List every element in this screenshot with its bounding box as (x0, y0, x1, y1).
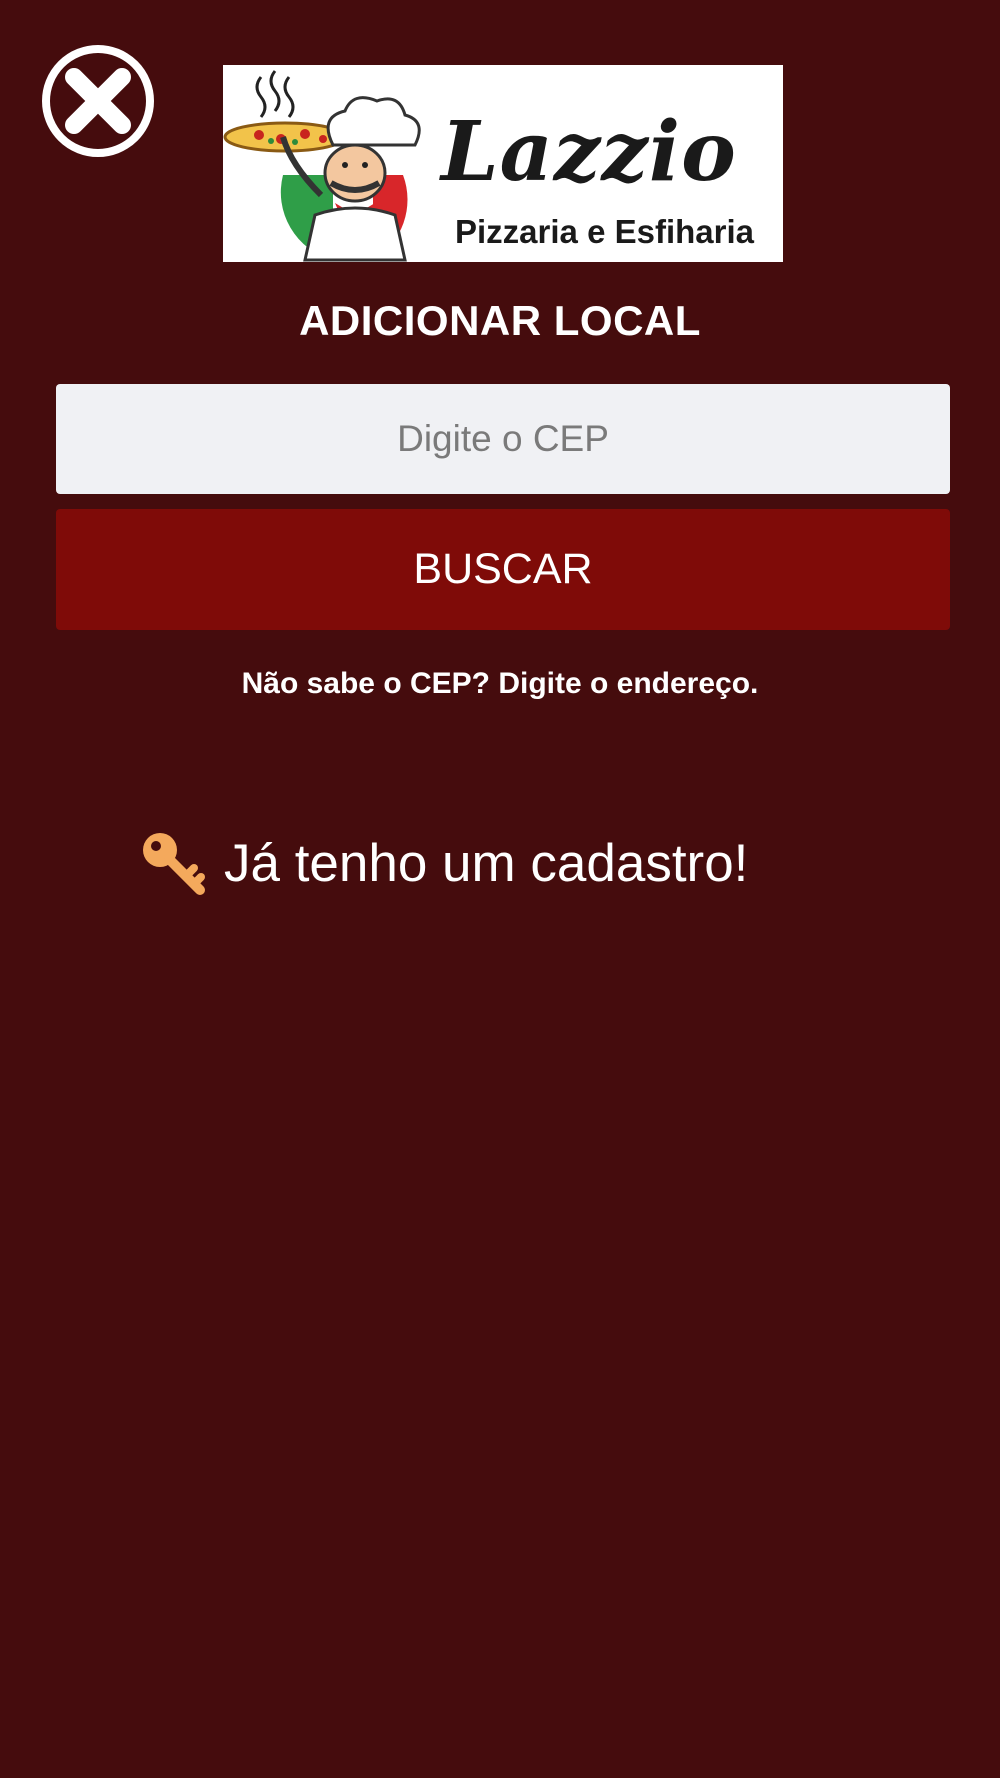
close-circle-icon (42, 45, 154, 157)
address-search-link[interactable]: Não sabe o CEP? Digite o endereço. (0, 664, 1000, 704)
login-link-label: Já tenho um cadastro! (224, 834, 749, 893)
login-link[interactable]: Já tenho um cadastro! (138, 824, 748, 904)
chef-with-pizza-icon (223, 70, 421, 262)
brand-logo: Lazzio Pizzaria e Esfiharia (223, 65, 783, 262)
page-title: ADICIONAR LOCAL (299, 297, 701, 344)
brand-subtitle: Pizzaria e Esfiharia (455, 213, 754, 250)
cep-input[interactable] (56, 384, 950, 494)
close-button[interactable] (41, 44, 155, 158)
key-icon (138, 828, 210, 900)
brand-name: Lazzio (441, 104, 737, 200)
search-button[interactable]: BUSCAR (56, 509, 950, 630)
